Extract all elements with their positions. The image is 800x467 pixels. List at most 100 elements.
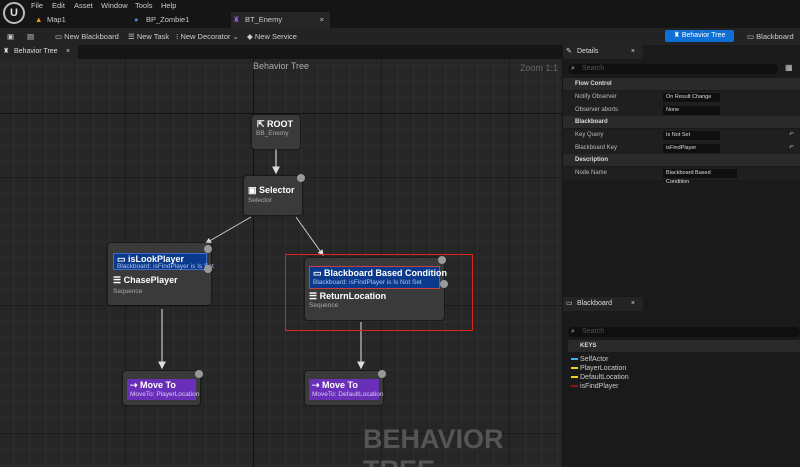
- output-pin[interactable]: [297, 174, 305, 182]
- node-subtitle: Sequence: [113, 288, 143, 295]
- key-player-location[interactable]: PlayerLocation: [571, 365, 626, 372]
- connection: [205, 216, 252, 244]
- value: isFindPlayer: [666, 145, 697, 151]
- close-icon[interactable]: ×: [631, 297, 635, 311]
- reset-icon[interactable]: ↶: [789, 129, 794, 142]
- key-query-dropdown[interactable]: Is Not Set: [663, 131, 720, 140]
- label: SelfActor: [580, 356, 609, 363]
- label: isFindPlayer: [580, 383, 619, 390]
- blackboard-search-input[interactable]: ⌕ Search: [568, 327, 800, 337]
- key-is-find-player[interactable]: isFindPlayer: [571, 383, 619, 390]
- new-blackboard-button[interactable]: ▭ New Blackboard: [55, 32, 119, 41]
- node-title: ROOT: [267, 119, 294, 129]
- placeholder: Search: [582, 65, 605, 72]
- label: Key Query: [575, 132, 604, 138]
- keys-header[interactable]: KEYS: [568, 340, 800, 352]
- move-icon: ⇢: [130, 380, 141, 390]
- move-to-player-node[interactable]: ⇢ Move To MoveTo: PlayerLocation: [123, 370, 203, 405]
- new-decorator-button[interactable]: ⁝ New Decorator ⌄: [176, 32, 239, 41]
- node-subtitle: MoveTo: PlayerLocation: [130, 391, 200, 398]
- close-icon[interactable]: ×: [631, 45, 635, 59]
- search-icon: ⌕: [571, 65, 575, 72]
- output-pin[interactable]: [378, 370, 386, 378]
- key-default-location[interactable]: DefaultLocation: [571, 374, 629, 381]
- save-icon[interactable]: ▣: [7, 32, 14, 41]
- blackboard-icon: ▭: [747, 32, 757, 41]
- details-search-input[interactable]: ⌕ Search: [568, 64, 778, 74]
- decorator-is-look-player[interactable]: ▭ isLookPlayer Blackboard: isFindPlayer …: [113, 253, 214, 270]
- graph-canvas[interactable]: Behavior Tree Zoom 1:1 BEHAVIOR TREE ⇱ R…: [0, 59, 562, 467]
- key-color: [571, 385, 578, 388]
- move-icon: ⇢: [312, 380, 323, 390]
- task-move-to: ⇢ Move To MoveTo: DefaultLocation: [309, 379, 384, 400]
- sequence-icon: ☰: [113, 275, 124, 285]
- behavior-tree-mode-button[interactable]: ♜ Behavior Tree: [665, 30, 734, 42]
- tab-map1[interactable]: ▲ Map1: [33, 12, 128, 28]
- observer-aborts-dropdown[interactable]: None: [663, 106, 720, 115]
- new-service-button[interactable]: ◆ New Service: [247, 32, 297, 41]
- decorator-subtitle: Blackboard: isFindPlayer is Is Set: [117, 263, 214, 270]
- search-icon: ⌕: [571, 328, 575, 335]
- menu-window[interactable]: Window: [101, 1, 128, 10]
- level-icon: ▲: [35, 15, 43, 24]
- blueprint-icon: ●: [134, 15, 139, 24]
- output-pin[interactable]: [204, 245, 212, 253]
- node-title: ChasePlayer: [123, 275, 178, 285]
- table-view-icon[interactable]: ▦: [785, 63, 793, 72]
- label: Behavior Tree: [681, 32, 726, 39]
- menu-help[interactable]: Help: [161, 1, 176, 10]
- label: Observer aborts: [575, 107, 619, 113]
- menu-edit[interactable]: Edit: [52, 1, 65, 10]
- label: New Blackboard: [64, 32, 119, 41]
- node-subtitle: MoveTo: DefaultLocation: [312, 391, 384, 398]
- close-icon[interactable]: ×: [320, 12, 324, 28]
- move-to-default-node[interactable]: ⇢ Move To MoveTo: DefaultLocation: [305, 370, 386, 405]
- menu-file[interactable]: File: [31, 1, 43, 10]
- node-name-input[interactable]: Blackboard Based Condition: [663, 169, 737, 185]
- tab-label: BP_Zombie1: [146, 15, 190, 24]
- key-color: [571, 367, 578, 370]
- key-self-actor[interactable]: SelfActor: [571, 356, 608, 363]
- category-description[interactable]: Description: [563, 154, 800, 166]
- pencil-icon: ✎: [566, 48, 572, 55]
- service-icon: ◆: [247, 32, 255, 41]
- menu-bar: File Edit Asset Window Tools Help: [0, 0, 800, 12]
- label: Blackboard: [577, 300, 613, 307]
- blackboard-key-dropdown[interactable]: isFindPlayer: [663, 144, 720, 153]
- menu-tools[interactable]: Tools: [135, 1, 153, 10]
- label: Behavior Tree: [14, 48, 58, 55]
- root-node[interactable]: ⇱ ROOT BB_Enemy: [252, 115, 300, 149]
- node-subtitle: Selector: [248, 197, 272, 204]
- blackboard-mode-button[interactable]: ▭ Blackboard: [747, 32, 794, 41]
- selector-icon: ▣: [248, 185, 260, 195]
- blackboard-tab[interactable]: ▭ Blackboard ×: [563, 297, 643, 311]
- category-blackboard[interactable]: Blackboard: [563, 116, 800, 128]
- chase-player-node[interactable]: ▭ isLookPlayer Blackboard: isFindPlayer …: [108, 243, 214, 305]
- label: Flow Control: [575, 81, 612, 87]
- panel-tab-behavior-tree[interactable]: ♜ Behavior Tree ×: [0, 45, 78, 59]
- output-pin[interactable]: [195, 370, 203, 378]
- row-node-name: Node Name Blackboard Based Condition: [563, 167, 800, 185]
- browse-icon[interactable]: ▤: [27, 32, 34, 41]
- category-flow-control[interactable]: Flow Control: [563, 78, 800, 90]
- blackboard-icon: ▭: [55, 32, 65, 41]
- behavior-tree-icon: ♜: [3, 48, 10, 55]
- close-icon[interactable]: ×: [66, 45, 70, 59]
- notify-observer-dropdown[interactable]: On Result Change: [663, 93, 720, 102]
- highlight-box: [285, 254, 473, 331]
- selector-node[interactable]: ▣ Selector Selector: [244, 174, 305, 215]
- row-notify-observer: Notify Observer On Result Change: [563, 91, 800, 104]
- menu-asset[interactable]: Asset: [74, 1, 93, 10]
- details-tab[interactable]: ✎ Details ×: [563, 45, 643, 59]
- task-icon: ☰: [128, 32, 137, 41]
- tab-bp-zombie1[interactable]: ● BP_Zombie1: [132, 12, 227, 28]
- tab-label: BT_Enemy: [245, 15, 283, 24]
- new-task-button[interactable]: ☰ New Task: [128, 32, 169, 41]
- node-title: Move To: [140, 380, 176, 390]
- value: On Result Change: [666, 94, 712, 100]
- decorator-pin[interactable]: [204, 265, 212, 273]
- behavior-tree-icon: ♜: [673, 32, 682, 39]
- placeholder: Search: [582, 328, 605, 335]
- tab-bt-enemy[interactable]: ♜ BT_Enemy ×: [231, 12, 330, 28]
- node-title: Selector: [259, 185, 295, 195]
